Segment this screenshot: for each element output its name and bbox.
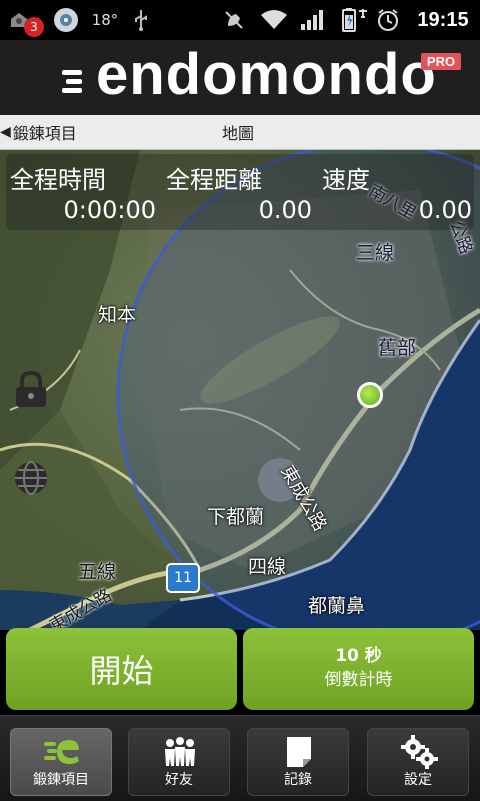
stat-value: 0:00:00 (63, 196, 156, 224)
tab-settings[interactable]: 設定 (367, 728, 469, 796)
history-icon (248, 735, 350, 769)
stat-speed[interactable]: 速度 0.00 (316, 150, 474, 232)
route-shield: 11 (166, 563, 200, 593)
signal-strength-icon (298, 0, 328, 40)
bottom-tab-bar: 鍛鍊項目 好友 記錄 設定 (0, 715, 480, 801)
screen-title: 地圖 (222, 124, 255, 143)
countdown-button[interactable]: 10 秒 倒數計時 (243, 628, 474, 710)
tab-label: 好友 (165, 772, 193, 788)
temperature-readout: 18° (91, 11, 119, 29)
stat-distance[interactable]: 全程距離 0.00 (160, 150, 316, 232)
settings-gears-icon (368, 735, 470, 769)
back-arrow-icon: ◀ (0, 124, 11, 140)
pro-badge: PRO (421, 53, 461, 70)
media-disc-icon (50, 0, 82, 40)
tab-label: 設定 (404, 772, 432, 788)
place-label: 三線 (356, 242, 395, 264)
place-label: 舊部 (378, 337, 417, 359)
tab-workout[interactable]: 鍛鍊項目 (10, 728, 112, 796)
mute-icon (222, 0, 246, 40)
countdown-value: 10 秒 (335, 646, 382, 667)
tab-label: 鍛鍊項目 (33, 772, 89, 788)
current-location-marker (357, 382, 383, 408)
countdown-label: 倒數計時 (324, 670, 393, 690)
stat-duration[interactable]: 全程時間 0:00:00 (0, 150, 160, 232)
start-button[interactable]: 開始 (6, 628, 237, 710)
stat-value: 0.00 (258, 196, 312, 224)
usb-icon (130, 0, 152, 40)
back-button[interactable]: ◀ 鍛鍊項目 (0, 115, 77, 149)
back-button-label: 鍛鍊項目 (12, 124, 77, 143)
notification-count-badge: 3 (24, 17, 44, 37)
place-label: 五線 (78, 561, 117, 583)
stat-label: 全程時間 (10, 166, 106, 194)
tab-history[interactable]: 記錄 (247, 728, 349, 796)
stat-label: 全程距離 (166, 166, 262, 194)
status-bar: 3 18° 19:15 (0, 0, 480, 40)
friends-icon (129, 735, 231, 769)
endomondo-runner-icon (11, 735, 113, 769)
navigation-bar: ◀ 鍛鍊項目 地圖 (0, 115, 480, 150)
stat-value: 0.00 (418, 196, 472, 224)
alarm-clock-icon (374, 0, 402, 40)
status-clock: 19:15 (417, 8, 469, 31)
lock-icon (16, 370, 46, 407)
globe-icon (15, 461, 47, 495)
battery-charging-icon (336, 0, 372, 40)
place-label: 四線 (248, 556, 287, 578)
stat-label: 速度 (322, 166, 370, 194)
tab-friends[interactable]: 好友 (128, 728, 230, 796)
endomondo-logo: endomondo (96, 42, 437, 107)
place-label: 知本 (98, 304, 137, 326)
place-label: 下都蘭 (207, 506, 265, 528)
map-layer-button[interactable] (11, 458, 51, 498)
place-label: 都蘭鼻 (308, 595, 366, 617)
workout-stats-panel: 全程時間 0:00:00 全程距離 0.00 速度 0.00 (0, 150, 480, 232)
wifi-icon (257, 0, 291, 40)
lock-map-button[interactable] (11, 369, 51, 409)
tab-label: 記錄 (284, 772, 312, 788)
